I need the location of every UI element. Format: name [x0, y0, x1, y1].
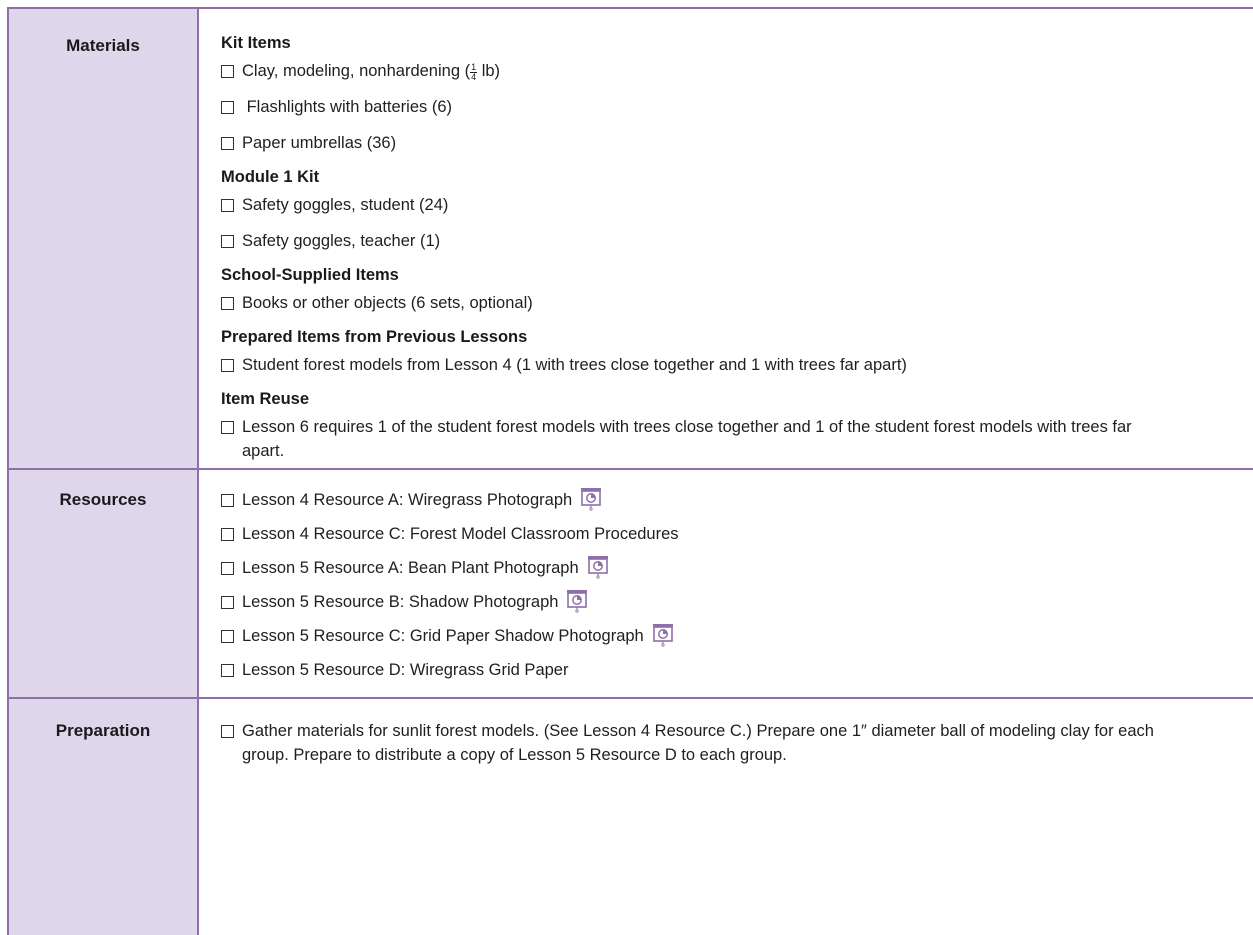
resources-content: Lesson 4 Resource A: Wiregrass Photograp…: [199, 470, 1253, 697]
list-item: Student forest models from Lesson 4 (1 w…: [221, 353, 1253, 377]
prepared-items-group: Prepared Items from Previous Lessons Stu…: [221, 327, 1253, 377]
module-kit-group: Module 1 Kit Safety goggles, student (24…: [221, 167, 1253, 253]
item-text-after: lb): [477, 62, 501, 80]
preparation-row: Preparation Gather materials for sunlit …: [9, 699, 1253, 935]
list-item: Gather materials for sunlit forest model…: [221, 719, 1253, 767]
checkbox[interactable]: [221, 664, 234, 677]
list-item-text: Lesson 5 Resource D: Wiregrass Grid Pape…: [242, 661, 569, 679]
resources-heading: Resources: [9, 470, 199, 697]
projector-icon[interactable]: [580, 487, 602, 511]
list-item-text: Student forest models from Lesson 4 (1 w…: [242, 356, 907, 374]
group-heading: Item Reuse: [221, 390, 310, 408]
list-item: Flashlights with batteries (6): [221, 95, 1253, 119]
projector-icon[interactable]: [652, 623, 674, 647]
checkbox[interactable]: [221, 528, 234, 541]
list-item-text: Paper umbrellas (36): [242, 134, 397, 152]
school-supplied-group: School-Supplied Items Books or other obj…: [221, 265, 1253, 315]
group-heading: Prepared Items from Previous Lessons: [221, 328, 528, 346]
group-heading: Module 1 Kit: [221, 168, 320, 186]
resource-label: Lesson 5 Resource B: Shadow Photograph: [242, 593, 559, 611]
checkbox[interactable]: [221, 494, 234, 507]
checkbox[interactable]: [221, 596, 234, 609]
checkbox[interactable]: [221, 562, 234, 575]
checkbox[interactable]: [221, 101, 234, 114]
checkbox[interactable]: [221, 725, 234, 738]
list-item: Safety goggles, student (24): [221, 193, 1253, 217]
resource-label: Lesson 5 Resource A: Bean Plant Photogra…: [242, 559, 579, 577]
list-item: Lesson 5 Resource C: Grid Paper Shadow P…: [221, 624, 1253, 648]
materials-heading: Materials: [9, 9, 199, 468]
checkbox[interactable]: [221, 297, 234, 310]
resource-label: Lesson 5 Resource C: Grid Paper Shadow P…: [242, 627, 644, 645]
list-item: Clay, modeling, nonhardening (1 4 lb): [221, 59, 1253, 83]
kit-items-group: Kit Items Clay, modeling, nonhardening (…: [221, 33, 1253, 155]
resources-row: Resources Lesson 4 Resource A: Wiregrass…: [9, 470, 1253, 699]
list-item-text: Lesson 5 Resource C: Grid Paper Shadow P…: [242, 624, 1253, 648]
list-item-text: Lesson 6 requires 1 of the student fores…: [242, 418, 1132, 460]
list-item-text: Books or other objects (6 sets, optional…: [242, 294, 533, 312]
checkbox[interactable]: [221, 359, 234, 372]
preparation-heading: Preparation: [9, 699, 199, 935]
list-item: Lesson 6 requires 1 of the student fores…: [221, 415, 1253, 463]
list-item-text: Clay, modeling, nonhardening (1 4 lb): [242, 59, 1253, 83]
list-item-text: Safety goggles, student (24): [242, 196, 449, 214]
list-item: Lesson 5 Resource B: Shadow Photograph: [221, 590, 1253, 614]
list-item: Paper umbrellas (36): [221, 131, 1253, 155]
checkbox[interactable]: [221, 630, 234, 643]
list-item: Lesson 4 Resource C: Forest Model Classr…: [221, 522, 1253, 546]
group-heading: School-Supplied Items: [221, 266, 399, 284]
list-item-text: Safety goggles, teacher (1): [242, 232, 441, 250]
checkbox[interactable]: [221, 137, 234, 150]
list-item: Safety goggles, teacher (1): [221, 229, 1253, 253]
lesson-prep-table: Materials Kit Items Clay, modeling, nonh…: [7, 7, 1253, 935]
projector-icon[interactable]: [587, 555, 609, 579]
checkbox[interactable]: [221, 235, 234, 248]
list-item-text: Lesson 4 Resource C: Forest Model Classr…: [242, 525, 679, 543]
preparation-content: Gather materials for sunlit forest model…: [199, 699, 1253, 935]
list-item-text: Lesson 5 Resource A: Bean Plant Photogra…: [242, 556, 1253, 580]
checkbox[interactable]: [221, 199, 234, 212]
list-item: Lesson 5 Resource D: Wiregrass Grid Pape…: [221, 658, 1253, 682]
item-text-before: Clay, modeling, nonhardening (: [242, 62, 471, 80]
group-heading: Kit Items: [221, 34, 291, 52]
checkbox[interactable]: [221, 65, 234, 78]
resource-label: Lesson 4 Resource A: Wiregrass Photograp…: [242, 491, 573, 509]
list-item: Books or other objects (6 sets, optional…: [221, 291, 1253, 315]
checkbox[interactable]: [221, 421, 234, 434]
item-reuse-group: Item Reuse Lesson 6 requires 1 of the st…: [221, 389, 1253, 463]
list-item-text: Lesson 4 Resource A: Wiregrass Photograp…: [242, 488, 1253, 512]
list-item: Lesson 4 Resource A: Wiregrass Photograp…: [221, 488, 1253, 512]
list-item-text: Gather materials for sunlit forest model…: [242, 722, 1154, 764]
projector-icon[interactable]: [566, 589, 588, 613]
list-item-text: Flashlights with batteries (6): [242, 98, 452, 116]
list-item: Lesson 5 Resource A: Bean Plant Photogra…: [221, 556, 1253, 580]
materials-content: Kit Items Clay, modeling, nonhardening (…: [199, 9, 1253, 468]
materials-row: Materials Kit Items Clay, modeling, nonh…: [9, 9, 1253, 470]
list-item-text: Lesson 5 Resource B: Shadow Photograph: [242, 590, 1253, 614]
